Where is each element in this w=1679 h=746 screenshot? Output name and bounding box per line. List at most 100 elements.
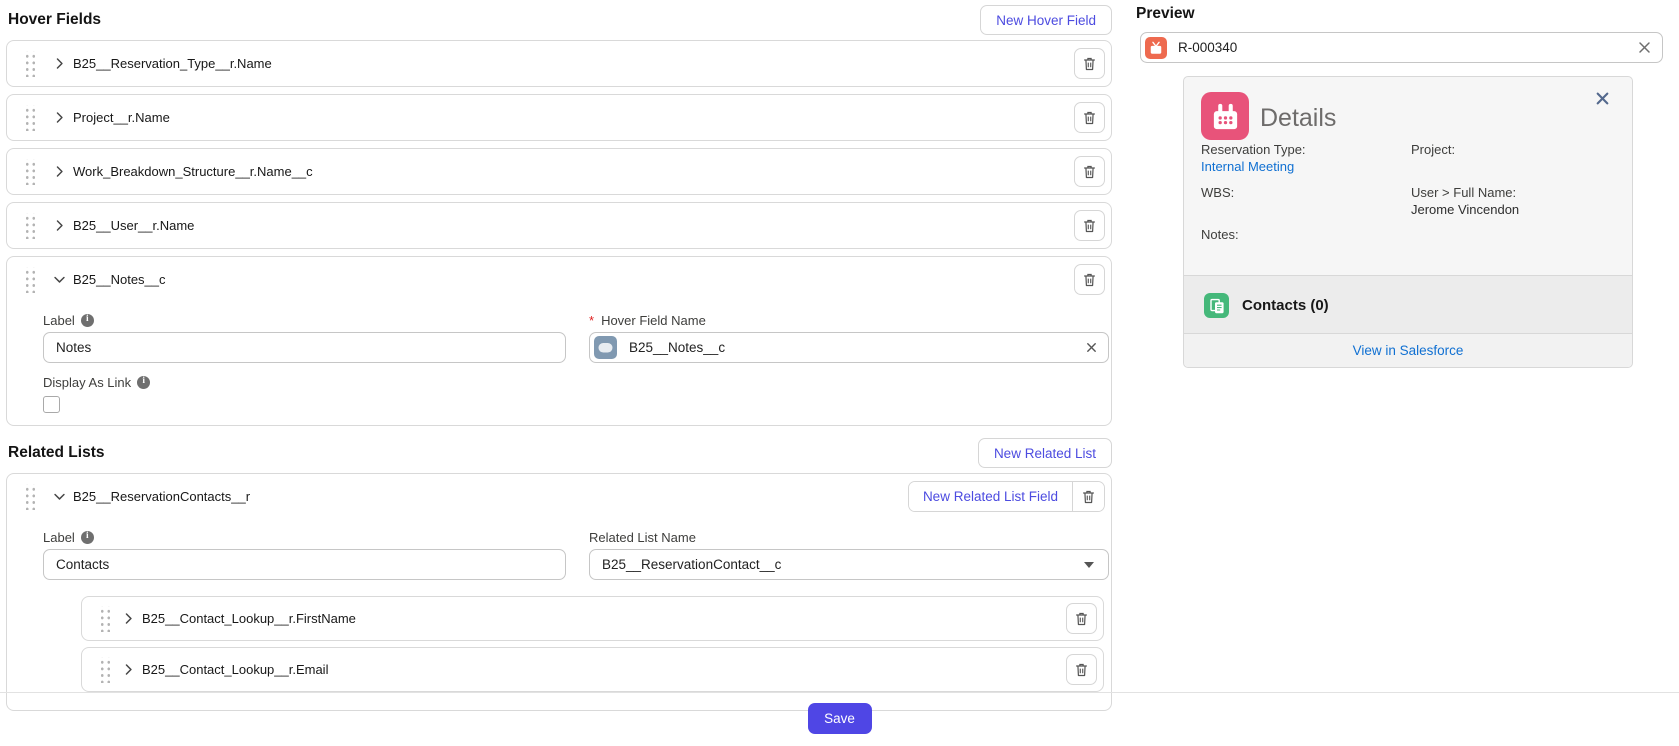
hover-fields-title: Hover Fields bbox=[8, 11, 101, 29]
hover-field-row: Work_Breakdown_Structure__r.Name__c bbox=[6, 148, 1112, 195]
chevron-right-icon[interactable] bbox=[122, 663, 135, 676]
delete-hover-field-button[interactable] bbox=[1074, 48, 1105, 79]
trash-icon bbox=[1082, 272, 1097, 288]
display-as-link-checkbox[interactable] bbox=[43, 396, 60, 413]
display-as-link-label: Display As Link bbox=[43, 375, 131, 390]
config-panel: Hover Fields New Hover Field B25__Reserv… bbox=[6, 0, 1112, 718]
page: Hover Fields New Hover Field B25__Reserv… bbox=[0, 0, 1679, 746]
info-icon[interactable] bbox=[81, 531, 94, 544]
trash-icon bbox=[1082, 218, 1097, 234]
drag-handle-icon[interactable] bbox=[23, 51, 36, 77]
hover-field-name-value: B25__Notes__c bbox=[629, 340, 1085, 355]
dropdown-chevron-icon bbox=[1084, 562, 1094, 568]
delete-hover-field-button[interactable] bbox=[1074, 156, 1105, 187]
field-value: Jerome Vincendon bbox=[1411, 202, 1519, 217]
chevron-right-icon[interactable] bbox=[53, 165, 66, 178]
required-marker: * bbox=[589, 313, 594, 328]
label-input[interactable] bbox=[43, 332, 566, 363]
contacts-section-header: Contacts (0) bbox=[1184, 276, 1632, 335]
trash-icon bbox=[1074, 662, 1089, 678]
delete-hover-field-button[interactable] bbox=[1074, 210, 1105, 241]
hover-field-name: B25__User__r.Name bbox=[73, 218, 194, 233]
record-icon bbox=[1145, 37, 1167, 59]
chevron-right-icon[interactable] bbox=[122, 612, 135, 625]
hover-field-row: Project__r.Name bbox=[6, 94, 1112, 141]
trash-icon bbox=[1082, 164, 1097, 180]
preview-title: Preview bbox=[1136, 0, 1666, 23]
contacts-icon bbox=[1204, 293, 1229, 318]
field-label: User > Full Name: bbox=[1411, 185, 1516, 200]
footer-divider bbox=[0, 692, 1679, 693]
related-list-field-name: B25__Contact_Lookup__r.FirstName bbox=[142, 611, 356, 626]
field-label: Reservation Type: bbox=[1201, 142, 1306, 157]
delete-hover-field-button[interactable] bbox=[1074, 264, 1105, 295]
save-button[interactable]: Save bbox=[808, 703, 872, 734]
trash-icon bbox=[1082, 56, 1097, 72]
chevron-down-icon[interactable] bbox=[53, 273, 66, 286]
related-lists-title: Related Lists bbox=[8, 444, 104, 462]
related-list-fields: B25__Contact_Lookup__r.FirstName B25__Co… bbox=[81, 596, 1104, 692]
hover-field-name: Work_Breakdown_Structure__r.Name__c bbox=[73, 164, 313, 179]
chevron-right-icon[interactable] bbox=[53, 219, 66, 232]
record-lookup-pill[interactable]: R-000340 bbox=[1140, 32, 1663, 63]
delete-related-list-field-button[interactable] bbox=[1066, 654, 1097, 685]
clear-icon[interactable] bbox=[1085, 341, 1098, 354]
hover-preview-card: Details Reservation Type: Internal Meeti… bbox=[1183, 76, 1633, 368]
delete-hover-field-button[interactable] bbox=[1074, 102, 1105, 133]
hover-field-name: Project__r.Name bbox=[73, 110, 170, 125]
close-icon[interactable] bbox=[1595, 91, 1610, 106]
related-list-field-row: B25__Contact_Lookup__r.FirstName bbox=[81, 596, 1104, 641]
textarea-field-icon bbox=[594, 336, 617, 359]
info-icon[interactable] bbox=[81, 314, 94, 327]
drag-handle-icon[interactable] bbox=[98, 657, 111, 683]
drag-handle-icon[interactable] bbox=[98, 606, 111, 632]
hover-field-name-label: Hover Field Name bbox=[601, 313, 706, 328]
info-icon[interactable] bbox=[137, 376, 150, 389]
related-list-label-input[interactable] bbox=[43, 549, 566, 580]
drag-handle-icon[interactable] bbox=[23, 105, 36, 131]
remove-record-icon[interactable] bbox=[1637, 40, 1652, 55]
contacts-section-title: Contacts (0) bbox=[1242, 297, 1329, 314]
drag-handle-icon[interactable] bbox=[23, 159, 36, 185]
calendar-icon bbox=[1201, 92, 1249, 140]
field-label: Notes: bbox=[1201, 227, 1239, 242]
related-lists-header: Related Lists New Related List bbox=[6, 433, 1112, 473]
hover-field-form: Label * Hover Field Name bbox=[7, 302, 1111, 425]
hover-field-row: B25__Reservation_Type__r.Name bbox=[6, 40, 1112, 87]
details-card-title: Details bbox=[1260, 104, 1336, 133]
related-list-name: B25__ReservationContacts__r bbox=[73, 489, 250, 504]
field-value-link[interactable]: Internal Meeting bbox=[1201, 159, 1294, 174]
hover-field-name: B25__Notes__c bbox=[73, 272, 166, 287]
field-label: WBS: bbox=[1201, 185, 1234, 200]
trash-icon bbox=[1082, 110, 1097, 126]
related-list-row-header: B25__ReservationContacts__r New Related … bbox=[7, 474, 1111, 519]
related-list-field-row: B25__Contact_Lookup__r.Email bbox=[81, 647, 1104, 692]
new-related-list-button[interactable]: New Related List bbox=[978, 438, 1112, 468]
drag-handle-icon[interactable] bbox=[23, 213, 36, 239]
record-name: R-000340 bbox=[1178, 40, 1637, 55]
card-footer: View in Salesforce bbox=[1184, 333, 1632, 367]
related-list-form: Label Related List Name B25__Reservation… bbox=[7, 519, 1111, 710]
preview-panel: Preview R-000340 Details bbox=[1136, 0, 1666, 368]
related-list-row-expanded: B25__ReservationContacts__r New Related … bbox=[6, 473, 1112, 711]
chevron-right-icon[interactable] bbox=[53, 111, 66, 124]
hover-field-name-input[interactable]: B25__Notes__c bbox=[589, 332, 1109, 363]
chevron-down-icon[interactable] bbox=[53, 490, 66, 503]
view-in-salesforce-link[interactable]: View in Salesforce bbox=[1353, 343, 1464, 358]
related-list-name-value: B25__ReservationContact__c bbox=[602, 557, 1084, 572]
delete-related-list-button[interactable] bbox=[1072, 482, 1104, 511]
related-list-actions: New Related List Field bbox=[908, 481, 1105, 512]
delete-related-list-field-button[interactable] bbox=[1066, 603, 1097, 634]
related-list-name-label: Related List Name bbox=[589, 530, 696, 545]
related-list-field-name: B25__Contact_Lookup__r.Email bbox=[142, 662, 328, 677]
label-field-label: Label bbox=[43, 530, 75, 545]
drag-handle-icon[interactable] bbox=[23, 267, 36, 293]
new-related-list-field-button[interactable]: New Related List Field bbox=[909, 482, 1072, 511]
drag-handle-icon[interactable] bbox=[23, 484, 36, 510]
hover-field-row-header: B25__Notes__c bbox=[7, 257, 1111, 302]
new-hover-field-button[interactable]: New Hover Field bbox=[980, 5, 1112, 35]
chevron-right-icon[interactable] bbox=[53, 57, 66, 70]
trash-icon bbox=[1081, 489, 1096, 505]
related-list-name-select[interactable]: B25__ReservationContact__c bbox=[589, 549, 1109, 580]
hover-field-row: B25__User__r.Name bbox=[6, 202, 1112, 249]
